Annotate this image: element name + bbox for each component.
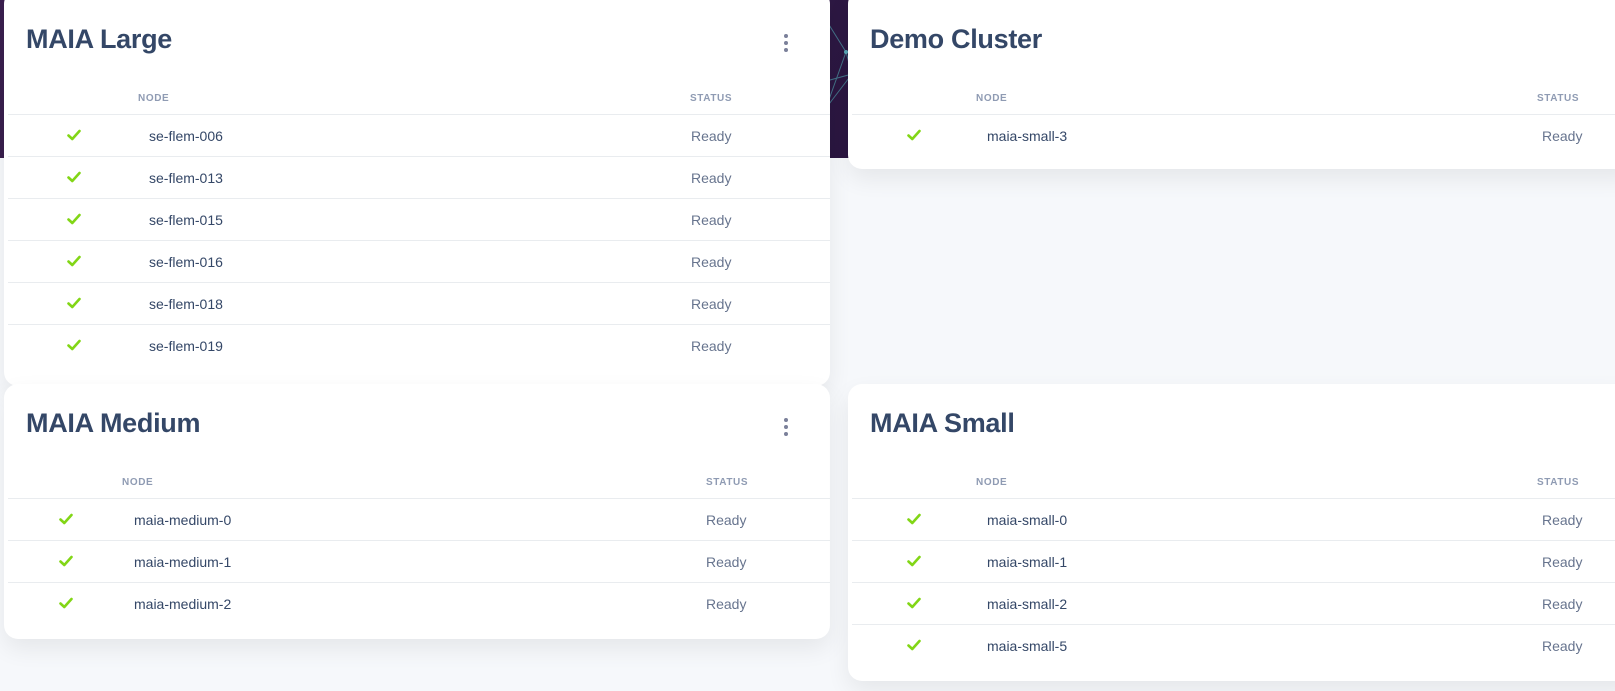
check-icon	[66, 211, 82, 227]
check-icon	[66, 169, 82, 185]
node-status: Ready	[691, 128, 732, 144]
node-status: Ready	[691, 170, 732, 186]
table-header: NODE STATUS	[4, 468, 830, 498]
column-header-node: NODE	[122, 477, 154, 488]
table-header: NODE STATUS	[848, 84, 1615, 114]
node-name: se-flem-016	[149, 254, 223, 270]
node-name: maia-small-3	[987, 128, 1068, 144]
node-name: maia-medium-0	[134, 512, 232, 528]
table-header: NODE STATUS	[4, 84, 830, 114]
table-row: maia-medium-2 Ready	[8, 582, 830, 625]
table-row: se-flem-006 Ready	[8, 114, 830, 157]
more-vertical-icon-dot	[784, 41, 788, 45]
check-icon	[66, 295, 82, 311]
card-title: MAIA Medium	[26, 408, 201, 438]
node-name: se-flem-006	[149, 128, 223, 144]
table-row: maia-small-0 Ready	[852, 498, 1615, 541]
cluster-card-maia-small: MAIA Small NODE STATUS maia-small-0 Ready…	[848, 384, 1615, 681]
node-name: maia-small-2	[987, 596, 1068, 612]
node-name: maia-medium-2	[134, 596, 232, 612]
check-icon	[58, 553, 74, 569]
node-status: Ready	[691, 212, 732, 228]
cluster-card-maia-medium: MAIA Medium NODE STATUS maia-medium-0 Rea…	[4, 384, 830, 639]
node-name: maia-small-0	[987, 512, 1068, 528]
node-status: Ready	[706, 554, 747, 570]
node-status: Ready	[691, 296, 732, 312]
check-icon	[906, 127, 922, 143]
column-header-status: STATUS	[1537, 93, 1580, 104]
node-name: se-flem-018	[149, 296, 223, 312]
check-icon	[58, 511, 74, 527]
node-name: se-flem-015	[149, 212, 223, 228]
table-row: maia-small-5 Ready	[852, 624, 1615, 667]
node-status: Ready	[1542, 128, 1583, 144]
table-row: maia-small-2 Ready	[852, 582, 1615, 625]
check-icon	[66, 253, 82, 269]
column-header-status: STATUS	[706, 477, 749, 488]
node-name: maia-medium-1	[134, 554, 232, 570]
more-vertical-icon-dot	[784, 425, 788, 429]
card-menu-button[interactable]	[774, 29, 798, 57]
more-vertical-icon	[784, 34, 788, 38]
node-name: se-flem-019	[149, 338, 223, 354]
table-header: NODE STATUS	[848, 468, 1615, 498]
more-vertical-icon-dot	[784, 432, 788, 436]
node-name: maia-small-5	[987, 638, 1068, 654]
check-icon	[906, 595, 922, 611]
node-status: Ready	[1542, 512, 1583, 528]
table-row: se-flem-013 Ready	[8, 156, 830, 199]
card-menu-button[interactable]	[774, 413, 798, 441]
more-vertical-icon	[784, 418, 788, 422]
node-name: se-flem-013	[149, 170, 223, 186]
check-icon	[66, 337, 82, 353]
card-title: MAIA Small	[870, 408, 1015, 438]
table-row: maia-small-1 Ready	[852, 540, 1615, 583]
node-status: Ready	[1542, 554, 1583, 570]
column-header-node: NODE	[976, 93, 1008, 104]
check-icon	[906, 553, 922, 569]
cluster-card-demo-cluster: Demo Cluster NODE STATUS maia-small-3 Rea…	[848, 0, 1615, 169]
column-header-status: STATUS	[1537, 477, 1580, 488]
card-title: Demo Cluster	[870, 24, 1042, 54]
table-row: se-flem-016 Ready	[8, 240, 830, 283]
node-status: Ready	[1542, 596, 1583, 612]
column-header-node: NODE	[138, 93, 170, 104]
cluster-card-maia-large: MAIA Large NODE STATUS se-flem-006 Ready s…	[4, 0, 830, 386]
node-status: Ready	[706, 596, 747, 612]
node-status: Ready	[691, 254, 732, 270]
column-header-node: NODE	[976, 477, 1008, 488]
table-row: maia-small-3 Ready	[852, 114, 1615, 157]
check-icon	[906, 511, 922, 527]
table-row: se-flem-015 Ready	[8, 198, 830, 241]
node-status: Ready	[1542, 638, 1583, 654]
node-status: Ready	[706, 512, 747, 528]
table-row: maia-medium-1 Ready	[8, 540, 830, 583]
column-header-status: STATUS	[690, 93, 733, 104]
table-row: se-flem-019 Ready	[8, 324, 830, 367]
check-icon	[66, 127, 82, 143]
table-row: maia-medium-0 Ready	[8, 498, 830, 541]
node-name: maia-small-1	[987, 554, 1068, 570]
more-vertical-icon-dot	[784, 48, 788, 52]
card-title: MAIA Large	[26, 24, 173, 54]
check-icon	[906, 637, 922, 653]
check-icon	[58, 595, 74, 611]
table-row: se-flem-018 Ready	[8, 282, 830, 325]
node-status: Ready	[691, 338, 732, 354]
